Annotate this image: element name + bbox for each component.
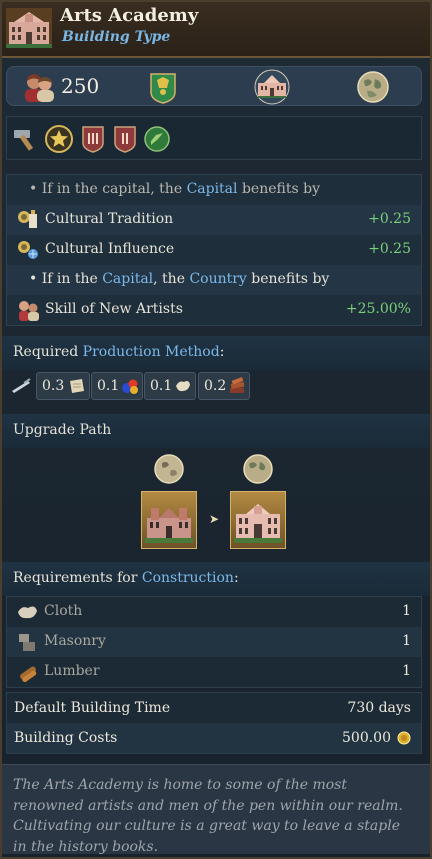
star-icon[interactable] <box>45 125 73 153</box>
capital-link[interactable]: Capital <box>102 271 153 287</box>
rank-ii-icon[interactable] <box>111 125 139 153</box>
academy-building-icon <box>145 508 193 543</box>
requirement-row-lumber: Lumber 1 <box>7 657 421 687</box>
benefit-text: benefits by <box>237 181 320 197</box>
input-amount: 0.3 <box>42 378 65 394</box>
books-icon <box>230 377 245 393</box>
section-title: : <box>233 570 239 586</box>
globe-icon[interactable] <box>357 71 389 103</box>
hammer-icon[interactable] <box>11 125 39 153</box>
section-title: Required <box>13 344 83 360</box>
benefit-value: +0.25 <box>368 211 411 227</box>
benefit-label: Cultural Influence <box>45 241 175 257</box>
capital-link[interactable]: Capital <box>187 181 238 197</box>
building-time-row: Default Building Time 730 days <box>7 693 421 723</box>
header: Arts Academy Building Type <box>2 2 430 58</box>
building-cost-row: Building Costs 500.00 <box>7 723 421 753</box>
benefit-value: +0.25 <box>368 241 411 257</box>
shield-icon[interactable] <box>149 72 177 104</box>
building-type-link[interactable]: Building Type <box>62 29 170 45</box>
requirement-row-cloth: Cloth 1 <box>7 597 421 627</box>
requirement-row-masonry: Masonry 1 <box>7 627 421 657</box>
masonry-icon <box>19 634 35 651</box>
requirement-value: 1 <box>402 633 411 649</box>
arrow-right-icon: ➤ <box>209 512 220 526</box>
benefit-text: • If in the <box>29 271 103 287</box>
cultural-tradition-icon <box>18 210 37 228</box>
requirement-value: 1 <box>402 663 411 679</box>
upgrade-path: ➤ <box>2 448 430 558</box>
building-time-value: 730 days <box>347 700 411 716</box>
section-title: Requirements for <box>13 570 142 586</box>
upgrade-tile-next[interactable] <box>230 491 286 549</box>
globe-icon <box>243 454 273 484</box>
production-method-header: Required Production Method: <box>2 336 430 370</box>
building-icon <box>6 8 52 48</box>
country-link[interactable]: Country <box>189 271 246 287</box>
benefit-row-artists: Skill of New Artists +25.00% <box>7 295 421 325</box>
building-costs-box: Default Building Time 730 days Building … <box>6 692 422 754</box>
building-cost-label: Building Costs <box>14 730 118 746</box>
benefit-row-cultural-tradition: Cultural Tradition +0.25 <box>7 205 421 235</box>
input-chip-cloth[interactable]: 0.1 <box>144 372 196 400</box>
input-amount: 0.1 <box>150 378 173 394</box>
lumber-icon <box>20 666 37 683</box>
requirements-list: Cloth 1 Masonry 1 Lumber 1 <box>6 596 422 688</box>
benefits-intro-row: • If in the capital, the Capital benefit… <box>7 175 421 205</box>
requirement-name: Masonry <box>44 633 106 649</box>
input-chip-paper[interactable]: 0.3 <box>36 372 90 400</box>
upgrade-tile-current[interactable] <box>141 491 197 549</box>
rank-iii-icon[interactable] <box>79 125 107 153</box>
flavor-text-box: The Arts Academy is home to some of the … <box>2 764 430 855</box>
requirement-name: Cloth <box>44 603 83 619</box>
cloth-icon <box>18 606 37 619</box>
construction-link[interactable]: Construction <box>142 570 234 586</box>
cultural-influence-icon <box>18 241 38 259</box>
arts-academy-building-icon <box>234 504 282 543</box>
green-check-icon[interactable] <box>143 125 171 153</box>
gold-coin-icon <box>397 731 411 745</box>
requirement-value: 1 <box>402 603 411 619</box>
population-value: 250 <box>61 74 100 98</box>
artists-icon <box>19 301 39 321</box>
input-amount: 0.1 <box>97 378 120 394</box>
benefit-text: benefits by <box>246 271 330 287</box>
input-amount: 0.2 <box>204 378 227 394</box>
page-title: Arts Academy <box>60 5 199 26</box>
input-chip-books[interactable]: 0.2 <box>198 372 250 400</box>
population-icon[interactable] <box>23 72 55 102</box>
quill-icon <box>12 378 31 393</box>
building-time-label: Default Building Time <box>14 700 171 716</box>
paper-icon <box>70 379 84 393</box>
benefit-text: , the <box>153 271 190 287</box>
country-benefits-intro-row: • If in the Capital, the Country benefit… <box>7 265 421 295</box>
dyes-icon <box>122 379 138 394</box>
globe-icon <box>154 454 184 484</box>
flavor-text: The Arts Academy is home to some of the … <box>13 777 403 855</box>
section-title: : <box>219 344 225 360</box>
requirements-header: Requirements for Construction: <box>2 562 430 596</box>
benefit-value: +25.00% <box>345 301 411 317</box>
building-cost-value: 500.00 <box>342 730 391 746</box>
benefit-label: Skill of New Artists <box>45 301 183 317</box>
requirement-name: Lumber <box>44 663 100 679</box>
production-method-row: 0.3 0.1 0.1 0.2 <box>2 368 430 406</box>
input-chip-dyes[interactable]: 0.1 <box>91 372 143 400</box>
benefit-row-cultural-influence: Cultural Influence +0.25 <box>7 235 421 265</box>
stat-bar: 250 <box>6 66 422 106</box>
benefit-label: Cultural Tradition <box>45 211 174 227</box>
capital-benefits-box: • If in the capital, the Capital benefit… <box>6 174 422 326</box>
modifier-icons-row <box>6 116 422 160</box>
upgrade-path-header: Upgrade Path <box>2 414 430 448</box>
production-method-link[interactable]: Production Method <box>83 344 220 360</box>
building-icon[interactable] <box>254 69 290 105</box>
cloth-icon <box>176 381 190 392</box>
tooltip-panel: Arts Academy Building Type 250 • If in t… <box>0 0 432 859</box>
benefit-text: • If in the capital, the <box>29 181 187 197</box>
section-title: Upgrade Path <box>13 422 112 438</box>
